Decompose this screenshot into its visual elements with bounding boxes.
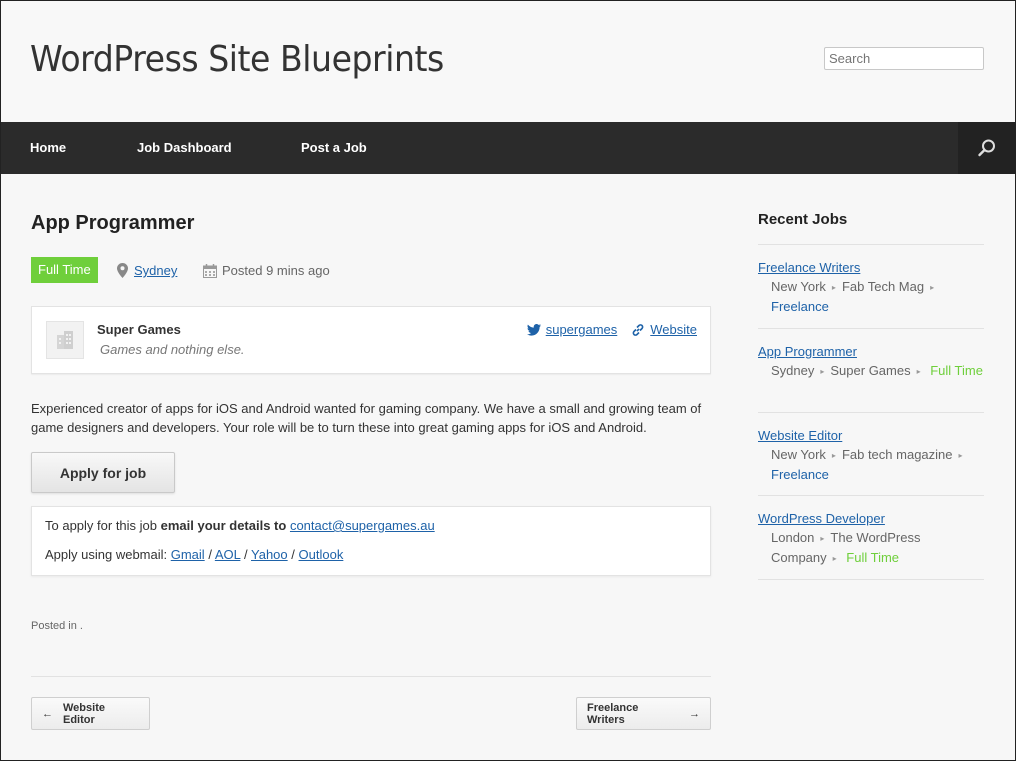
posted-text: Posted 9 mins ago	[222, 263, 330, 278]
arrow-left-icon: ←	[42, 707, 53, 720]
recent-job-meta: New York ▸ Fab tech magazine ▸ Freelance	[771, 447, 963, 483]
nav-search-button[interactable]	[958, 122, 1015, 174]
recent-job-meta: Sydney ▸ Super Games ▸ Full Time	[771, 363, 983, 378]
divider	[758, 495, 984, 496]
building-icon	[57, 331, 73, 349]
recent-job-item[interactable]: Freelance Writers New York ▸ Fab Tech Mag ▸…	[758, 258, 984, 316]
webmail-aol-link[interactable]: AOL	[215, 547, 241, 562]
job-posted-date: Posted 9 mins ago	[203, 263, 330, 278]
job-description: Experienced creator of apps for iOS and …	[31, 401, 702, 435]
search-icon	[977, 139, 995, 157]
next-post-button[interactable]: Freelance Writers →	[576, 697, 711, 730]
apply-for-job-button[interactable]: Apply for job	[31, 452, 175, 493]
site-title[interactable]: WordPress Site Blueprints	[30, 39, 444, 80]
nav-item-home[interactable]: Home	[30, 122, 66, 174]
apply-email-line: To apply for this job email your details…	[45, 518, 435, 533]
recent-job-title[interactable]: Website Editor	[758, 426, 984, 445]
recent-job-meta: London ▸ The WordPress Company ▸ Full Time	[771, 530, 921, 566]
company-name: Super Games	[97, 322, 181, 337]
recent-job-item[interactable]: App Programmer Sydney ▸ Super Games ▸ Full …	[758, 342, 984, 381]
webmail-outlook-link[interactable]: Outlook	[299, 547, 344, 562]
recent-job-meta: New York ▸ Fab Tech Mag ▸ Freelance	[771, 279, 935, 315]
webmail-yahoo-link[interactable]: Yahoo	[251, 547, 288, 562]
next-post-label: Freelance Writers	[587, 701, 639, 726]
main-navigation: Home Job Dashboard Post a Job	[1, 122, 1015, 174]
application-details-box: To apply for this job email your details…	[31, 506, 711, 576]
divider	[758, 328, 984, 329]
apply-webmail-line: Apply using webmail: Gmail / AOL / Yahoo…	[45, 547, 344, 562]
recent-job-title[interactable]: App Programmer	[758, 342, 984, 361]
divider	[758, 244, 984, 245]
divider	[758, 579, 984, 580]
divider	[758, 412, 984, 413]
recent-job-title[interactable]: Freelance Writers	[758, 258, 984, 277]
posted-in-meta: Posted in .	[31, 620, 83, 632]
company-website-link[interactable]: Website	[650, 322, 697, 337]
header-search-input[interactable]	[824, 47, 984, 70]
company-info-box: Super Games Games and nothing else. supe…	[31, 306, 711, 374]
apply-email-link[interactable]: contact@supergames.au	[290, 518, 435, 533]
recent-job-item[interactable]: WordPress Developer London ▸ The WordPress…	[758, 509, 984, 568]
company-links: supergames Website	[526, 322, 697, 337]
previous-post-button[interactable]: ← Website Editor	[31, 697, 150, 730]
job-title: App Programmer	[31, 212, 195, 234]
recent-job-title[interactable]: WordPress Developer	[758, 509, 984, 528]
arrow-right-icon: →	[689, 707, 700, 720]
link-icon	[632, 323, 644, 336]
nav-item-job-dashboard[interactable]: Job Dashboard	[137, 122, 232, 174]
previous-post-label: Website Editor	[63, 701, 105, 726]
divider	[31, 676, 711, 677]
recent-job-item[interactable]: Website Editor New York ▸ Fab tech magazin…	[758, 426, 984, 484]
job-location-link[interactable]: Sydney	[134, 263, 177, 278]
map-pin-icon	[117, 263, 128, 278]
twitter-icon	[526, 323, 541, 336]
nav-item-post-a-job[interactable]: Post a Job	[301, 122, 367, 174]
company-twitter-link[interactable]: supergames	[546, 322, 618, 337]
job-location: Sydney	[117, 263, 177, 278]
recent-jobs-title: Recent Jobs	[758, 211, 848, 228]
company-logo	[46, 321, 84, 359]
company-tagline: Games and nothing else.	[100, 342, 245, 357]
job-type-badge: Full Time	[31, 257, 98, 283]
calendar-icon	[203, 263, 217, 278]
site-header: WordPress Site Blueprints	[1, 1, 1015, 122]
webmail-gmail-link[interactable]: Gmail	[171, 547, 205, 562]
